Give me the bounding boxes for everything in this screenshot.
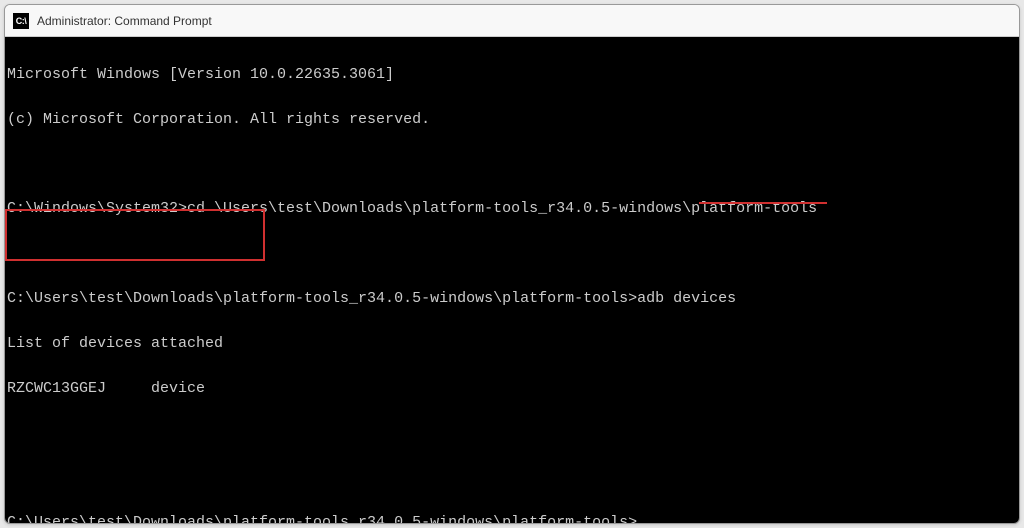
blank-line: [7, 243, 1017, 265]
text-cursor: [637, 523, 646, 525]
command-2: adb devices: [637, 290, 736, 307]
cmd-icon: C:\: [13, 13, 29, 29]
os-version-line: Microsoft Windows [Version 10.0.22635.30…: [7, 64, 1017, 87]
cmd-window: C:\ Administrator: Command Prompt Micros…: [4, 4, 1020, 524]
prompt-line-2: C:\Users\test\Downloads\platform-tools_r…: [7, 288, 1017, 311]
blank-line: [7, 423, 1017, 445]
prompt-3: C:\Users\test\Downloads\platform-tools_r…: [7, 514, 637, 525]
copyright-line: (c) Microsoft Corporation. All rights re…: [7, 109, 1017, 132]
prompt-1: C:\Windows\System32>: [7, 200, 187, 217]
output-device-row: RZCWC13GGEJ device: [7, 378, 1017, 401]
blank-line: [7, 467, 1017, 489]
blank-line: [7, 154, 1017, 176]
red-underline-annotation: [699, 202, 827, 204]
titlebar[interactable]: C:\ Administrator: Command Prompt: [5, 5, 1019, 37]
prompt-2: C:\Users\test\Downloads\platform-tools_r…: [7, 290, 637, 307]
output-header: List of devices attached: [7, 333, 1017, 356]
prompt-line-3: C:\Users\test\Downloads\platform-tools_r…: [7, 512, 1017, 525]
terminal-area[interactable]: Microsoft Windows [Version 10.0.22635.30…: [5, 37, 1019, 523]
prompt-line-1: C:\Windows\System32>cd \Users\test\Downl…: [7, 198, 1017, 221]
window-title: Administrator: Command Prompt: [37, 14, 212, 28]
